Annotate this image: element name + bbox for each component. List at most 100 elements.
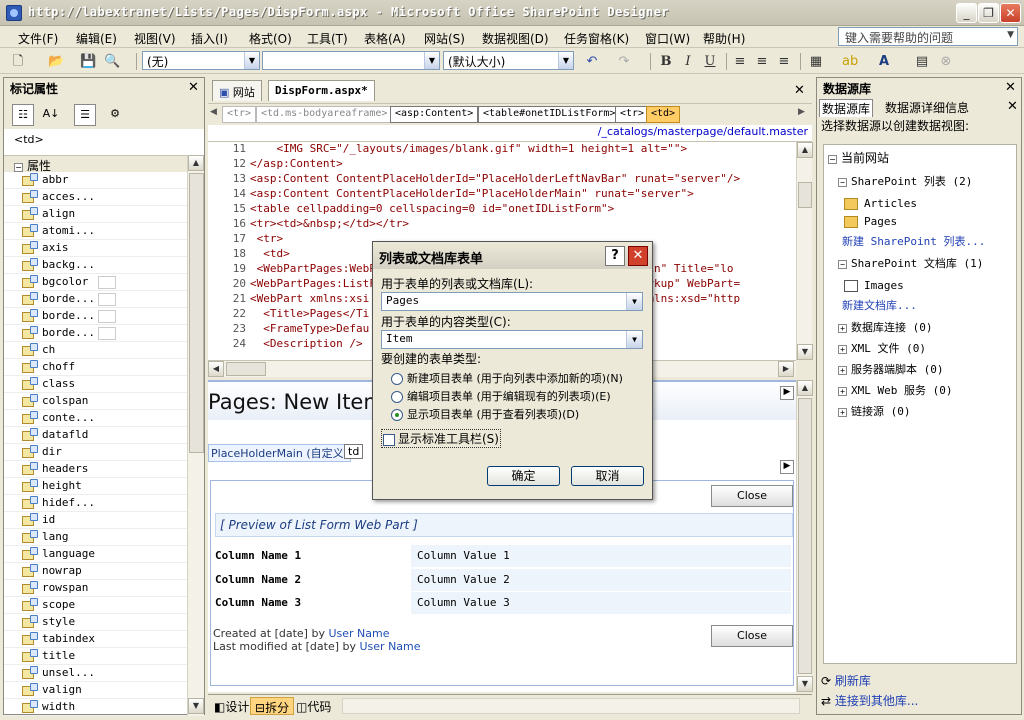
tag-icon[interactable]: ⚙ (104, 104, 126, 126)
collapse-icon[interactable]: − (14, 163, 23, 172)
attribute-row[interactable]: choff (4, 359, 187, 376)
list-form-webpart[interactable]: Close [ Preview of List Form Web Part ] … (210, 480, 794, 686)
close-icon[interactable]: ✕ (1000, 3, 1021, 23)
placeholder-label[interactable]: PlaceHolderMain (自定义) (208, 444, 351, 462)
scroll-thumb[interactable] (226, 362, 266, 376)
design-scrollbar[interactable]: ▲ ▼ (796, 380, 813, 692)
menu-window[interactable]: 窗口(W) (645, 30, 690, 47)
show-toolbar-checkbox[interactable]: 显示标准工具栏(S) (381, 429, 501, 448)
collapse-icon[interactable]: − (838, 178, 847, 187)
tag-table[interactable]: <table#onetIDListForm> (478, 106, 621, 123)
align-right-icon[interactable]: ≡ (776, 54, 792, 70)
show-set-props-icon[interactable]: ☰ (74, 104, 96, 126)
minimize-icon[interactable]: _ (956, 3, 977, 23)
attribute-row[interactable]: atomi... (4, 223, 187, 240)
chevron-right-icon[interactable]: ▶ (780, 386, 794, 400)
expand-icon[interactable]: + (838, 387, 847, 396)
menu-file[interactable]: 文件(F) (18, 30, 58, 47)
scroll-up-icon[interactable]: ▲ (797, 380, 813, 396)
cancel-button[interactable]: 取消 (571, 466, 644, 486)
attribute-row[interactable]: borde... (4, 308, 187, 325)
attribute-row[interactable]: borde... (4, 291, 187, 308)
ok-button[interactable]: 确定 (487, 466, 560, 486)
close-icon[interactable]: ✕ (628, 246, 648, 266)
scroll-thumb[interactable] (798, 182, 812, 208)
attribute-row[interactable]: valign (4, 682, 187, 699)
attribute-row[interactable]: dir (4, 444, 187, 461)
attribute-row[interactable]: tabindex (4, 631, 187, 648)
close-button-bottom[interactable]: Close (711, 625, 793, 647)
chevron-down-icon[interactable]: ▼ (626, 331, 642, 348)
modified-user-link[interactable]: User Name (360, 640, 421, 653)
attribute-row[interactable]: nowrap (4, 563, 187, 580)
attribute-row[interactable]: backg... (4, 257, 187, 274)
save-icon[interactable]: 💾 (80, 54, 96, 70)
tree-sharepoint-lists[interactable]: − SharePoint 列表 (2) (838, 173, 972, 189)
scroll-right-icon[interactable]: ▶ (778, 361, 794, 377)
attribute-row[interactable]: align (4, 206, 187, 223)
collapse-icon[interactable]: − (838, 260, 847, 269)
tree-item-articles[interactable]: Articles (844, 197, 917, 210)
menu-format[interactable]: 格式(O) (249, 30, 292, 47)
tab-design[interactable]: ◧设计 (210, 697, 253, 715)
align-left-icon[interactable]: ≡ (732, 54, 748, 70)
tree-linked-sources[interactable]: + 链接源 (0) (838, 403, 911, 419)
attribute-row[interactable]: class (4, 376, 187, 393)
close-icon[interactable]: ✕ (1007, 99, 1018, 114)
menu-tools[interactable]: 工具(T) (307, 30, 348, 47)
maximize-icon[interactable]: ❐ (978, 3, 999, 23)
attribute-row[interactable]: headers (4, 461, 187, 478)
attribute-row[interactable]: title (4, 648, 187, 665)
master-page-path[interactable]: /_catalogs/masterpage/default.master (208, 125, 812, 142)
td-label[interactable]: td (344, 444, 364, 459)
attribute-row[interactable]: bgcolor (4, 274, 187, 291)
align-center-icon[interactable]: ≡ (754, 54, 770, 70)
new-icon[interactable]: 🗋 (10, 54, 26, 70)
chevron-down-icon[interactable]: ▼ (1007, 30, 1014, 40)
table-icon[interactable]: ▤ (914, 54, 930, 70)
chevron-down-icon[interactable]: ▼ (424, 52, 439, 69)
attribute-row[interactable]: lang (4, 529, 187, 546)
expand-icon[interactable]: + (838, 324, 847, 333)
color-swatch[interactable] (98, 293, 116, 306)
code-scrollbar[interactable]: ▲ ▼ (796, 142, 813, 360)
help-search-box[interactable]: 键入需要帮助的问题 ▼ (838, 27, 1018, 46)
menu-table[interactable]: 表格(A) (364, 30, 406, 47)
menu-insert[interactable]: 插入(I) (191, 30, 228, 47)
menu-task-pane[interactable]: 任务窗格(K) (564, 30, 629, 47)
chevron-left-icon[interactable]: ◀ (210, 107, 217, 117)
tree-xml-web-services[interactable]: + XML Web 服务 (0) (838, 382, 952, 398)
tree-item-pages[interactable]: Pages (844, 215, 897, 228)
radio-display-item[interactable]: 显示项目表单 (用于查看列表项)(D) (391, 406, 579, 422)
expand-icon[interactable]: + (838, 408, 847, 417)
view-hscrollbar[interactable] (342, 698, 800, 714)
categorized-icon[interactable]: ☷ (12, 104, 34, 126)
tag-tr-2[interactable]: <tr> (615, 106, 650, 123)
new-document-library-link[interactable]: 新建文档库... (842, 297, 917, 313)
tab-data-source-details[interactable]: 数据源详细信息 (883, 99, 971, 116)
tab-code[interactable]: ◫代码 (292, 697, 335, 715)
close-icon[interactable]: ✕ (794, 83, 805, 98)
style-combo[interactable]: (无) ▼ (142, 51, 260, 70)
preview-icon[interactable]: 🔍 (104, 54, 120, 70)
chevron-right-icon[interactable]: ▶ (780, 460, 794, 474)
radio-button[interactable] (391, 391, 403, 403)
radio-button[interactable] (391, 373, 403, 385)
tag-td-selected[interactable]: <td> (646, 106, 681, 123)
scroll-up-icon[interactable]: ▲ (188, 155, 204, 171)
color-swatch[interactable] (98, 310, 116, 323)
attribute-row[interactable]: unsel... (4, 665, 187, 682)
attribute-row[interactable]: id (4, 512, 187, 529)
italic-icon[interactable]: I (680, 54, 696, 70)
tree-sharepoint-libraries[interactable]: − SharePoint 文档库 (1) (838, 255, 983, 271)
undo-icon[interactable]: ↶ (584, 54, 600, 70)
close-button-top[interactable]: Close (711, 485, 793, 507)
chevron-right-icon[interactable]: ▶ (798, 107, 805, 117)
tab-website[interactable]: ▣ 网站 (212, 80, 262, 101)
font-color-icon[interactable]: A (876, 54, 892, 70)
scroll-down-icon[interactable]: ▼ (797, 676, 813, 692)
chevron-down-icon[interactable]: ▼ (558, 52, 573, 69)
chevron-down-icon[interactable]: ▼ (244, 52, 259, 69)
attribute-row[interactable]: scope (4, 597, 187, 614)
attribute-scrollbar[interactable]: ▲ ▼ (187, 155, 204, 716)
